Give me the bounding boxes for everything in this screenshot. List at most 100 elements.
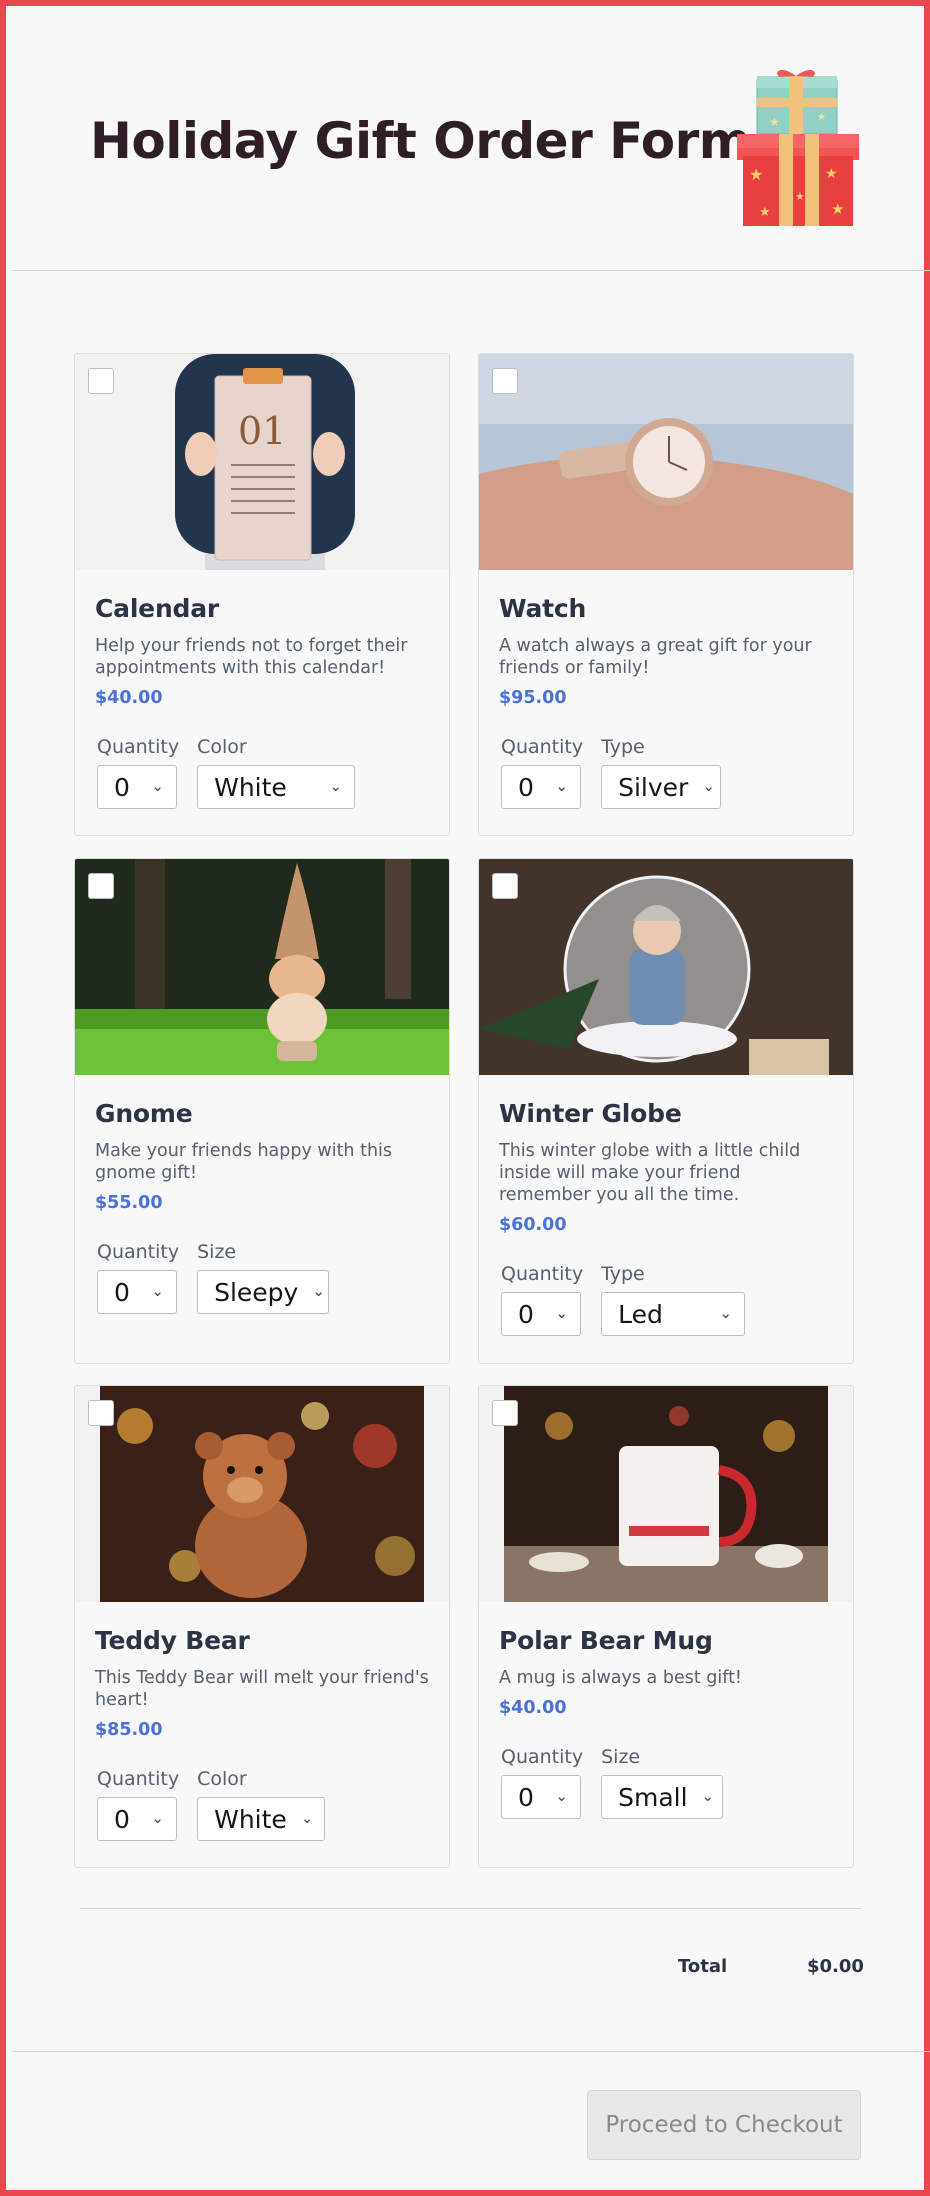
product-options: Quantity 0 ⌄ Type Led ⌄ <box>499 1263 835 1336</box>
quantity-value: 0 <box>114 1277 130 1307</box>
quantity-value: 0 <box>114 772 130 802</box>
color-value: White <box>214 1804 287 1834</box>
chevron-down-icon: ⌄ <box>701 1787 715 1805</box>
product-options: Quantity 0 ⌄ Size Sleepy ⌄ <box>95 1241 431 1314</box>
product-price: $40.00 <box>95 688 163 708</box>
quantity-label: Quantity <box>501 1746 584 1768</box>
svg-text:★: ★ <box>769 115 780 129</box>
size-label: Size <box>601 1746 641 1768</box>
type-select[interactable]: Led ⌄ <box>601 1292 746 1336</box>
quantity-value: 0 <box>518 772 534 802</box>
type-option: Type Led ⌄ <box>601 1263 746 1336</box>
calendar-checkbox[interactable] <box>88 368 114 394</box>
proceed-to-checkout-button[interactable]: Proceed to Checkout <box>587 2090 861 2160</box>
product-description: Make your friends happy with this gnome … <box>95 1141 393 1183</box>
quantity-value: 0 <box>114 1804 130 1834</box>
size-select[interactable]: Sleepy ⌄ <box>197 1270 330 1314</box>
product-name: Watch <box>499 594 587 623</box>
product-info: Calendar Help your friends not to forget… <box>95 594 431 809</box>
size-value: Sleepy <box>214 1277 299 1307</box>
type-label: Type <box>601 736 645 758</box>
quantity-label: Quantity <box>97 1768 180 1790</box>
total-divider <box>80 1908 862 1909</box>
quantity-label: Quantity <box>97 736 180 758</box>
product-price: $55.00 <box>95 1193 163 1213</box>
color-select[interactable]: White ⌄ <box>197 1797 326 1841</box>
product-info: Teddy Bear This Teddy Bear will melt you… <box>95 1626 431 1841</box>
type-select[interactable]: Silver ⌄ <box>601 765 722 809</box>
product-price: $60.00 <box>499 1215 567 1235</box>
product-info: Watch A watch always a great gift for yo… <box>499 594 835 809</box>
quantity-select[interactable]: 0 ⌄ <box>501 1775 581 1819</box>
total-value: $0.00 <box>807 1956 864 1977</box>
quantity-label: Quantity <box>501 736 584 758</box>
total-label: Total <box>678 1956 728 1977</box>
product-name: Teddy Bear <box>95 1626 250 1655</box>
product-options: Quantity 0 ⌄ Color White ⌄ <box>95 736 431 809</box>
product-info: Winter Globe This winter globe with a li… <box>499 1099 835 1336</box>
size-select[interactable]: Small ⌄ <box>601 1775 724 1819</box>
size-option: Size Sleepy ⌄ <box>197 1241 330 1314</box>
chevron-down-icon: ⌄ <box>151 1282 164 1300</box>
product-card-watch: Watch A watch always a great gift for yo… <box>478 353 854 836</box>
calendar-image: 01 <box>75 354 449 570</box>
product-options: Quantity 0 ⌄ Size Small ⌄ <box>499 1746 835 1819</box>
product-description: Help your friends not to forget their ap… <box>95 636 408 678</box>
chevron-down-icon: ⌄ <box>329 777 343 795</box>
size-label: Size <box>197 1241 237 1263</box>
type-value: Silver <box>618 772 689 802</box>
size-value: Small <box>618 1782 688 1812</box>
quantity-select[interactable]: 0 ⌄ <box>501 765 581 809</box>
winter-globe-checkbox[interactable] <box>492 873 518 899</box>
svg-text:★: ★ <box>817 112 826 123</box>
product-options: Quantity 0 ⌄ Type Silver ⌄ <box>499 736 835 809</box>
quantity-value: 0 <box>518 1299 534 1329</box>
product-description: A watch always a great gift for your fri… <box>499 636 812 678</box>
color-option: Color White ⌄ <box>197 1768 326 1841</box>
quantity-option: Quantity 0 ⌄ <box>501 1746 583 1819</box>
svg-text:★: ★ <box>831 200 844 218</box>
product-info: Gnome Make your friends happy with this … <box>95 1099 431 1314</box>
calendar-date-text: 01 <box>238 409 286 453</box>
quantity-option: Quantity 0 ⌄ <box>501 736 583 809</box>
watch-checkbox[interactable] <box>492 368 518 394</box>
teddy-bear-checkbox[interactable] <box>88 1400 114 1426</box>
type-option: Type Silver ⌄ <box>601 736 722 809</box>
product-card-polar-bear-mug: Polar Bear Mug A mug is always a best gi… <box>478 1385 854 1868</box>
svg-text:★: ★ <box>749 165 763 184</box>
quantity-select[interactable]: 0 ⌄ <box>97 1270 177 1314</box>
color-value: White <box>214 772 287 802</box>
type-label: Type <box>601 1263 645 1285</box>
product-name: Winter Globe <box>499 1099 682 1128</box>
page-title: Holiday Gift Order Form <box>90 112 751 170</box>
polar-bear-mug-checkbox[interactable] <box>492 1400 518 1426</box>
product-description: A mug is always a best gift! <box>499 1668 742 1688</box>
chevron-down-icon: ⌄ <box>151 777 164 795</box>
quantity-select[interactable]: 0 ⌄ <box>97 765 177 809</box>
quantity-option: Quantity 0 ⌄ <box>501 1263 583 1336</box>
gift-boxes-icon: ★ ★ ★ ★ ★ ★ ★ <box>737 69 859 226</box>
chevron-down-icon: ⌄ <box>702 777 715 795</box>
chevron-down-icon: ⌄ <box>151 1809 164 1827</box>
gnome-checkbox[interactable] <box>88 873 114 899</box>
chevron-down-icon: ⌄ <box>312 1282 325 1300</box>
quantity-select[interactable]: 0 ⌄ <box>97 1797 177 1841</box>
svg-text:★: ★ <box>759 205 771 220</box>
svg-text:★: ★ <box>795 190 805 203</box>
color-select[interactable]: White ⌄ <box>197 765 356 809</box>
product-price: $85.00 <box>95 1720 163 1740</box>
product-info: Polar Bear Mug A mug is always a best gi… <box>499 1626 835 1819</box>
chevron-down-icon: ⌄ <box>300 1809 314 1827</box>
type-value: Led <box>618 1299 663 1329</box>
quantity-value: 0 <box>518 1782 534 1812</box>
quantity-option: Quantity 0 ⌄ <box>97 1768 179 1841</box>
svg-text:★: ★ <box>825 166 838 182</box>
size-option: Size Small ⌄ <box>601 1746 724 1819</box>
footer-divider <box>12 2051 930 2052</box>
product-card-gnome: Gnome Make your friends happy with this … <box>74 858 450 1364</box>
watch-image <box>479 354 853 570</box>
quantity-select[interactable]: 0 ⌄ <box>501 1292 581 1336</box>
color-label: Color <box>197 736 247 758</box>
product-price: $95.00 <box>499 688 567 708</box>
gnome-image <box>75 859 449 1075</box>
